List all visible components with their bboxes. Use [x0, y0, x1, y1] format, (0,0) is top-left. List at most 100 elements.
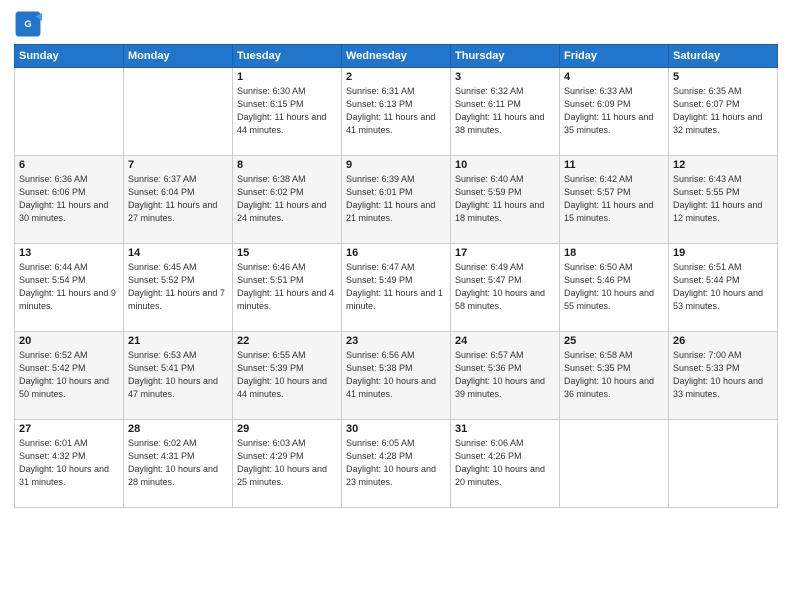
day-info: Sunrise: 6:01 AM Sunset: 4:32 PM Dayligh…: [19, 437, 119, 489]
day-number: 14: [128, 247, 228, 259]
day-info: Sunrise: 6:52 AM Sunset: 5:42 PM Dayligh…: [19, 349, 119, 401]
day-number: 12: [673, 159, 773, 171]
calendar-cell: 18Sunrise: 6:50 AM Sunset: 5:46 PM Dayli…: [560, 244, 669, 332]
week-row-1: 1 Sunrise: 6:30 AM Sunset: 6:15 PM Daylig…: [15, 68, 778, 156]
day-info: Sunrise: 6:51 AM Sunset: 5:44 PM Dayligh…: [673, 261, 773, 313]
day-number: 23: [346, 335, 446, 347]
calendar-cell: 30Sunrise: 6:05 AM Sunset: 4:28 PM Dayli…: [342, 420, 451, 508]
day-number: 7: [128, 159, 228, 171]
day-number: 5: [673, 71, 773, 83]
calendar-container: G SundayMondayTuesdayWednesdayThursdayFr…: [0, 0, 792, 612]
day-number: 8: [237, 159, 337, 171]
calendar-cell: 1 Sunrise: 6:30 AM Sunset: 6:15 PM Daylig…: [233, 68, 342, 156]
day-number: 31: [455, 423, 555, 435]
calendar-cell: [124, 68, 233, 156]
calendar-cell: 4 Sunrise: 6:33 AM Sunset: 6:09 PM Daylig…: [560, 68, 669, 156]
day-info: Sunrise: 6:39 AM Sunset: 6:01 PM Dayligh…: [346, 173, 446, 225]
day-number: 16: [346, 247, 446, 259]
day-number: 30: [346, 423, 446, 435]
weekday-header-tuesday: Tuesday: [233, 45, 342, 68]
calendar-cell: 21 Sunrise: 6:53 AM Sunset: 5:41 PM Dayli…: [124, 332, 233, 420]
day-number: 2: [346, 71, 446, 83]
calendar-cell: 15Sunrise: 6:46 AM Sunset: 5:51 PM Dayli…: [233, 244, 342, 332]
day-info: Sunrise: 6:44 AM Sunset: 5:54 PM Dayligh…: [19, 261, 119, 313]
calendar-cell: 23 Sunrise: 6:56 AM Sunset: 5:38 PM Dayli…: [342, 332, 451, 420]
day-info: Sunrise: 6:50 AM Sunset: 5:46 PM Dayligh…: [564, 261, 664, 313]
day-info: Sunrise: 6:38 AM Sunset: 6:02 PM Dayligh…: [237, 173, 337, 225]
week-row-3: 13 Sunrise: 6:44 AM Sunset: 5:54 PM Dayli…: [15, 244, 778, 332]
calendar-cell: 20 Sunrise: 6:52 AM Sunset: 5:42 PM Dayli…: [15, 332, 124, 420]
logo: G: [14, 10, 45, 38]
calendar-cell: 26 Sunrise: 7:00 AM Sunset: 5:33 PM Dayli…: [669, 332, 778, 420]
day-info: Sunrise: 6:56 AM Sunset: 5:38 PM Dayligh…: [346, 349, 446, 401]
day-number: 28: [128, 423, 228, 435]
day-number: 13: [19, 247, 119, 259]
calendar-cell: 3 Sunrise: 6:32 AM Sunset: 6:11 PM Daylig…: [451, 68, 560, 156]
day-number: 17: [455, 247, 555, 259]
calendar-cell: 13 Sunrise: 6:44 AM Sunset: 5:54 PM Dayli…: [15, 244, 124, 332]
calendar-cell: 29 Sunrise: 6:03 AM Sunset: 4:29 PM Dayli…: [233, 420, 342, 508]
day-number: 29: [237, 423, 337, 435]
calendar-cell: 8 Sunrise: 6:38 AM Sunset: 6:02 PM Daylig…: [233, 156, 342, 244]
day-number: 27: [19, 423, 119, 435]
day-number: 11: [564, 159, 664, 171]
day-number: 21: [128, 335, 228, 347]
calendar-cell: [560, 420, 669, 508]
day-info: Sunrise: 6:58 AM Sunset: 5:35 PM Dayligh…: [564, 349, 664, 401]
weekday-header-thursday: Thursday: [451, 45, 560, 68]
day-info: Sunrise: 6:02 AM Sunset: 4:31 PM Dayligh…: [128, 437, 228, 489]
day-number: 22: [237, 335, 337, 347]
calendar-cell: [15, 68, 124, 156]
day-info: Sunrise: 6:40 AM Sunset: 5:59 PM Dayligh…: [455, 173, 555, 225]
day-info: Sunrise: 6:43 AM Sunset: 5:55 PM Dayligh…: [673, 173, 773, 225]
day-info: Sunrise: 7:00 AM Sunset: 5:33 PM Dayligh…: [673, 349, 773, 401]
weekday-header-friday: Friday: [560, 45, 669, 68]
day-info: Sunrise: 6:42 AM Sunset: 5:57 PM Dayligh…: [564, 173, 664, 225]
day-number: 19: [673, 247, 773, 259]
weekday-header-saturday: Saturday: [669, 45, 778, 68]
weekday-header-monday: Monday: [124, 45, 233, 68]
calendar-cell: 31 Sunrise: 6:06 AM Sunset: 4:26 PM Dayli…: [451, 420, 560, 508]
day-number: 20: [19, 335, 119, 347]
calendar-cell: 24 Sunrise: 6:57 AM Sunset: 5:36 PM Dayli…: [451, 332, 560, 420]
week-row-4: 20 Sunrise: 6:52 AM Sunset: 5:42 PM Dayli…: [15, 332, 778, 420]
calendar-cell: 7Sunrise: 6:37 AM Sunset: 6:04 PM Daylig…: [124, 156, 233, 244]
calendar-cell: 10 Sunrise: 6:40 AM Sunset: 5:59 PM Dayli…: [451, 156, 560, 244]
day-number: 1: [237, 71, 337, 83]
weekday-header-wednesday: Wednesday: [342, 45, 451, 68]
day-info: Sunrise: 6:32 AM Sunset: 6:11 PM Dayligh…: [455, 85, 555, 137]
calendar-cell: 16 Sunrise: 6:47 AM Sunset: 5:49 PM Dayli…: [342, 244, 451, 332]
day-info: Sunrise: 6:31 AM Sunset: 6:13 PM Dayligh…: [346, 85, 446, 137]
day-info: Sunrise: 6:55 AM Sunset: 5:39 PM Dayligh…: [237, 349, 337, 401]
day-number: 3: [455, 71, 555, 83]
weekday-header-row: SundayMondayTuesdayWednesdayThursdayFrid…: [15, 45, 778, 68]
day-info: Sunrise: 6:33 AM Sunset: 6:09 PM Dayligh…: [564, 85, 664, 137]
day-info: Sunrise: 6:57 AM Sunset: 5:36 PM Dayligh…: [455, 349, 555, 401]
logo-icon: G: [14, 10, 42, 38]
calendar-cell: 11 Sunrise: 6:42 AM Sunset: 5:57 PM Dayli…: [560, 156, 669, 244]
day-number: 9: [346, 159, 446, 171]
day-info: Sunrise: 6:03 AM Sunset: 4:29 PM Dayligh…: [237, 437, 337, 489]
calendar-cell: 12 Sunrise: 6:43 AM Sunset: 5:55 PM Dayli…: [669, 156, 778, 244]
calendar-cell: 19 Sunrise: 6:51 AM Sunset: 5:44 PM Dayli…: [669, 244, 778, 332]
calendar-cell: 25 Sunrise: 6:58 AM Sunset: 5:35 PM Dayli…: [560, 332, 669, 420]
day-info: Sunrise: 6:06 AM Sunset: 4:26 PM Dayligh…: [455, 437, 555, 489]
day-info: Sunrise: 6:46 AM Sunset: 5:51 PM Dayligh…: [237, 261, 337, 313]
day-info: Sunrise: 6:47 AM Sunset: 5:49 PM Dayligh…: [346, 261, 446, 313]
day-info: Sunrise: 6:53 AM Sunset: 5:41 PM Dayligh…: [128, 349, 228, 401]
day-info: Sunrise: 6:30 AM Sunset: 6:15 PM Dayligh…: [237, 85, 337, 137]
day-number: 24: [455, 335, 555, 347]
svg-text:G: G: [24, 19, 31, 29]
day-number: 4: [564, 71, 664, 83]
day-info: Sunrise: 6:49 AM Sunset: 5:47 PM Dayligh…: [455, 261, 555, 313]
calendar-cell: [669, 420, 778, 508]
day-info: Sunrise: 6:35 AM Sunset: 6:07 PM Dayligh…: [673, 85, 773, 137]
calendar-cell: 14Sunrise: 6:45 AM Sunset: 5:52 PM Dayli…: [124, 244, 233, 332]
day-number: 10: [455, 159, 555, 171]
calendar-cell: 27 Sunrise: 6:01 AM Sunset: 4:32 PM Dayli…: [15, 420, 124, 508]
day-number: 26: [673, 335, 773, 347]
day-number: 25: [564, 335, 664, 347]
day-number: 6: [19, 159, 119, 171]
calendar-cell: 6Sunrise: 6:36 AM Sunset: 6:06 PM Daylig…: [15, 156, 124, 244]
calendar-cell: 5 Sunrise: 6:35 AM Sunset: 6:07 PM Daylig…: [669, 68, 778, 156]
